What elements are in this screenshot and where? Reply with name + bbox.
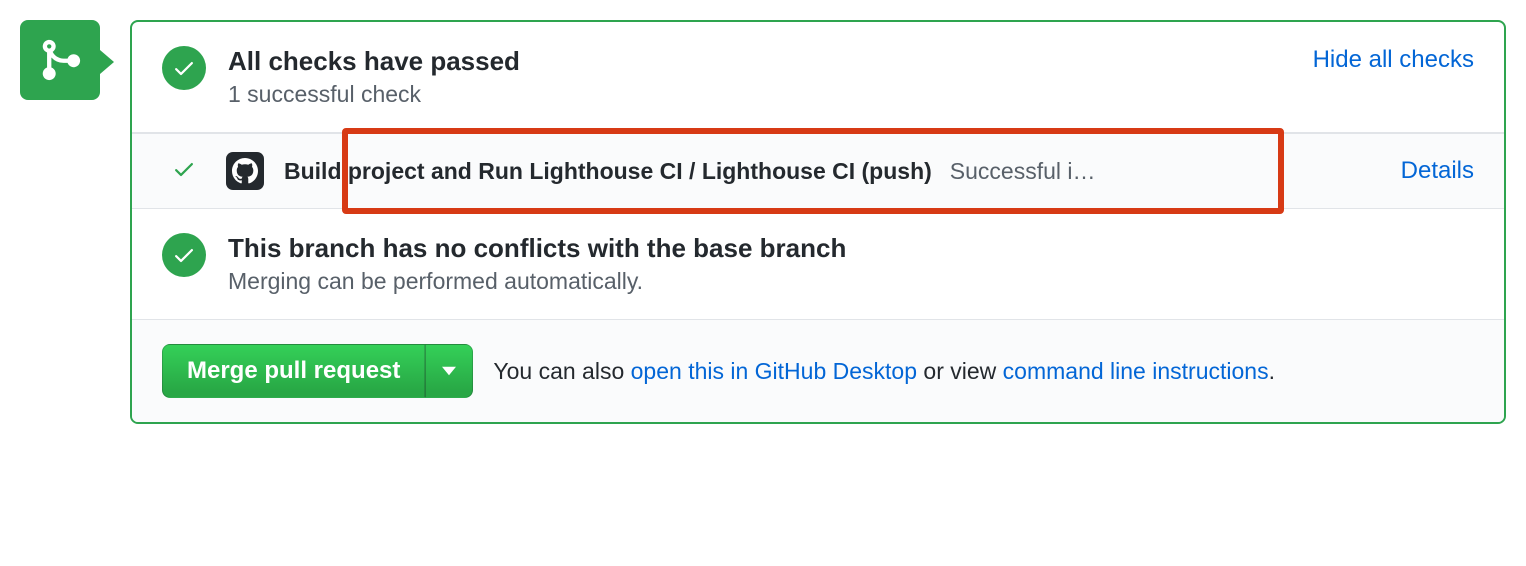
merge-pull-request-button[interactable]: Merge pull request [162,344,425,398]
check-item-status-text: Successful i… [950,158,1096,185]
github-actions-icon [226,152,264,190]
merge-footer: Merge pull request You can also open thi… [132,320,1504,422]
success-status-badge [162,46,206,90]
success-status-badge [162,233,206,277]
open-desktop-link[interactable]: open this in GitHub Desktop [631,358,917,384]
checks-list: Build project and Run Lighthouse CI / Li… [132,133,1504,209]
cli-instructions-link[interactable]: command line instructions [1003,358,1269,384]
merge-button-group: Merge pull request [162,344,473,398]
check-icon [172,243,196,267]
check-icon [172,157,196,181]
merge-help-prefix: You can also [493,358,630,384]
github-mark-icon [232,158,258,184]
toggle-checks-link[interactable]: Hide all checks [1313,46,1474,74]
conflicts-section: This branch has no conflicts with the ba… [132,209,1504,320]
caret-down-icon [442,366,456,376]
merge-status-icon [20,20,100,100]
checks-subtitle: 1 successful check [228,81,1293,108]
check-details-link[interactable]: Details [1401,157,1474,185]
check-icon [172,56,196,80]
merge-help-suffix: . [1269,358,1275,384]
check-item-status [172,157,196,186]
merge-status-panel: All checks have passed 1 successful chec… [130,20,1506,424]
check-item: Build project and Run Lighthouse CI / Li… [132,133,1504,209]
conflicts-subtitle: Merging can be performed automatically. [228,268,1474,295]
merge-options-dropdown[interactable] [425,344,473,398]
checks-summary-section: All checks have passed 1 successful chec… [132,22,1504,133]
git-merge-icon [37,37,83,83]
merge-help-middle: or view [917,358,1003,384]
checks-title: All checks have passed [228,46,1293,77]
conflicts-title: This branch has no conflicts with the ba… [228,233,1474,264]
merge-help-text: You can also open this in GitHub Desktop… [493,358,1275,385]
check-item-name[interactable]: Build project and Run Lighthouse CI / Li… [284,158,932,185]
